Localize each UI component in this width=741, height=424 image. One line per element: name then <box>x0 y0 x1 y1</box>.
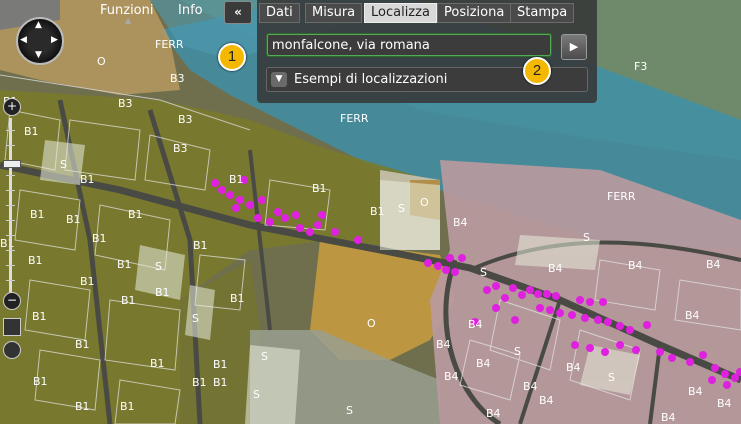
zone-label-s: S <box>398 202 405 215</box>
pan-right-icon[interactable]: ▶ <box>51 35 58 45</box>
zone-label-b1: B1 <box>150 357 165 370</box>
zone-label-s: S <box>583 231 590 244</box>
zone-label-b4: B4 <box>436 338 451 351</box>
zoom-tick <box>6 235 15 236</box>
zone-label-b1: B1 <box>66 213 81 226</box>
zoom-out-button[interactable]: − <box>3 292 21 310</box>
zone-label-s: S <box>346 404 353 417</box>
zone-label-b4: B4 <box>566 361 581 374</box>
zoom-extent-icon[interactable] <box>3 318 21 336</box>
zoom-tick <box>6 280 15 281</box>
zone-label-b1: B1 <box>80 173 95 186</box>
zone-label-b1: B1 <box>80 275 95 288</box>
zone-label-b1: B1 <box>121 294 136 307</box>
zone-label-o: O <box>420 196 429 209</box>
zone-label-s: S <box>261 350 268 363</box>
zoom-tick <box>6 205 15 206</box>
zone-label-b1: B1 <box>120 400 135 413</box>
zone-label-b1: B1 <box>75 338 90 351</box>
chevron-down-icon[interactable]: ▼ <box>271 72 287 87</box>
zone-label-s: S <box>60 158 67 171</box>
zone-label-b1: B1 <box>229 173 244 186</box>
pan-compass[interactable]: ▲ ▼ ◀ ▶ <box>16 17 64 65</box>
zone-label-b1: B1 <box>0 237 15 250</box>
zone-label-b1: B1 <box>128 208 143 221</box>
zone-label-s: S <box>253 388 260 401</box>
zone-label-b4: B4 <box>468 318 483 331</box>
collapse-panel-button[interactable]: « <box>224 1 252 24</box>
zone-label-b4: B4 <box>628 259 643 272</box>
localizza-panel: Dati Misura Localizza Posiziona Stampa m… <box>257 0 597 103</box>
zone-label-b3: B3 <box>118 97 133 110</box>
callout-1: 1 <box>218 43 246 71</box>
zone-label-b4: B4 <box>486 407 501 420</box>
zoom-tick <box>6 250 15 251</box>
globe-icon[interactable] <box>3 341 21 359</box>
pan-up-icon[interactable]: ▲ <box>35 20 42 30</box>
tab-localizza[interactable]: Localizza <box>364 3 437 23</box>
zoom-tick <box>6 145 15 146</box>
zone-label-b4: B4 <box>539 394 554 407</box>
zone-label-ferr: FERR <box>607 190 636 203</box>
zone-label-b3: B3 <box>178 113 193 126</box>
zoom-slider-handle[interactable] <box>3 160 21 168</box>
zone-label-b4: B4 <box>685 309 700 322</box>
zone-label-b1: B1 <box>30 208 45 221</box>
zoom-tick <box>6 175 15 176</box>
zone-label-b1: B1 <box>117 258 132 271</box>
zone-label-b1: B1 <box>192 376 207 389</box>
tab-dati[interactable]: Dati <box>259 3 300 23</box>
zone-label-b1: B1 <box>33 375 48 388</box>
zoom-in-button[interactable]: + <box>3 98 21 116</box>
zone-label-b1: B1 <box>230 292 245 305</box>
zone-label-b1: B1 <box>32 310 47 323</box>
zone-label-b4: B4 <box>661 411 676 424</box>
callout-2: 2 <box>523 57 551 85</box>
zone-label-b1: B1 <box>370 205 385 218</box>
zone-label-b1: B1 <box>24 125 39 138</box>
examples-label: Esempi di localizzazioni <box>294 72 448 87</box>
zoom-tick <box>6 130 15 131</box>
zone-label-s: S <box>155 260 162 273</box>
tab-stampa[interactable]: Stampa <box>510 3 575 23</box>
zoom-tick <box>6 220 15 221</box>
zone-label-b1: B1 <box>312 182 327 195</box>
zone-label-b4: B4 <box>688 385 703 398</box>
zone-label-b4: B4 <box>453 216 468 229</box>
zone-label-b1: B1 <box>92 232 107 245</box>
zone-label-b1: B1 <box>28 254 43 267</box>
zone-label-b1: B1 <box>213 358 228 371</box>
zone-label-b3: B3 <box>173 142 188 155</box>
tab-misura[interactable]: Misura <box>305 3 363 23</box>
zone-label-o: O <box>97 55 106 68</box>
zone-label-f3: F3 <box>634 60 647 73</box>
zone-label-b4: B4 <box>717 397 732 410</box>
zoom-tick <box>6 190 15 191</box>
zone-label-ferr: FERR <box>155 38 184 51</box>
zone-label-o: O <box>367 317 376 330</box>
zone-label-b4: B4 <box>706 258 721 271</box>
search-go-button[interactable]: ▶ <box>561 34 587 60</box>
zone-label-b1: B1 <box>155 286 170 299</box>
zone-label-s: S <box>192 312 199 325</box>
zoom-tick <box>6 265 15 266</box>
zone-label-b4: B4 <box>444 370 459 383</box>
pan-left-icon[interactable]: ◀ <box>20 35 27 45</box>
zone-label-b3: B3 <box>170 72 185 85</box>
zone-label-b4: B4 <box>548 262 563 275</box>
menu-info[interactable]: Info <box>178 3 203 18</box>
location-search-input[interactable]: monfalcone, via romana <box>266 33 552 57</box>
tab-posiziona[interactable]: Posiziona <box>437 3 512 23</box>
zone-label-b1: B1 <box>213 376 228 389</box>
zone-label-b1: B1 <box>75 400 90 413</box>
zone-label-ferr: FERR <box>340 112 369 125</box>
zone-label-b1: B1 <box>193 239 208 252</box>
zone-label-s: S <box>608 371 615 384</box>
pan-down-icon[interactable]: ▼ <box>35 50 42 60</box>
zone-label-s: S <box>514 345 521 358</box>
zone-label-b4: B4 <box>523 380 538 393</box>
zone-label-s: S <box>480 266 487 279</box>
caret-icon: ▲ <box>125 16 132 25</box>
zone-label-b4: B4 <box>476 357 491 370</box>
